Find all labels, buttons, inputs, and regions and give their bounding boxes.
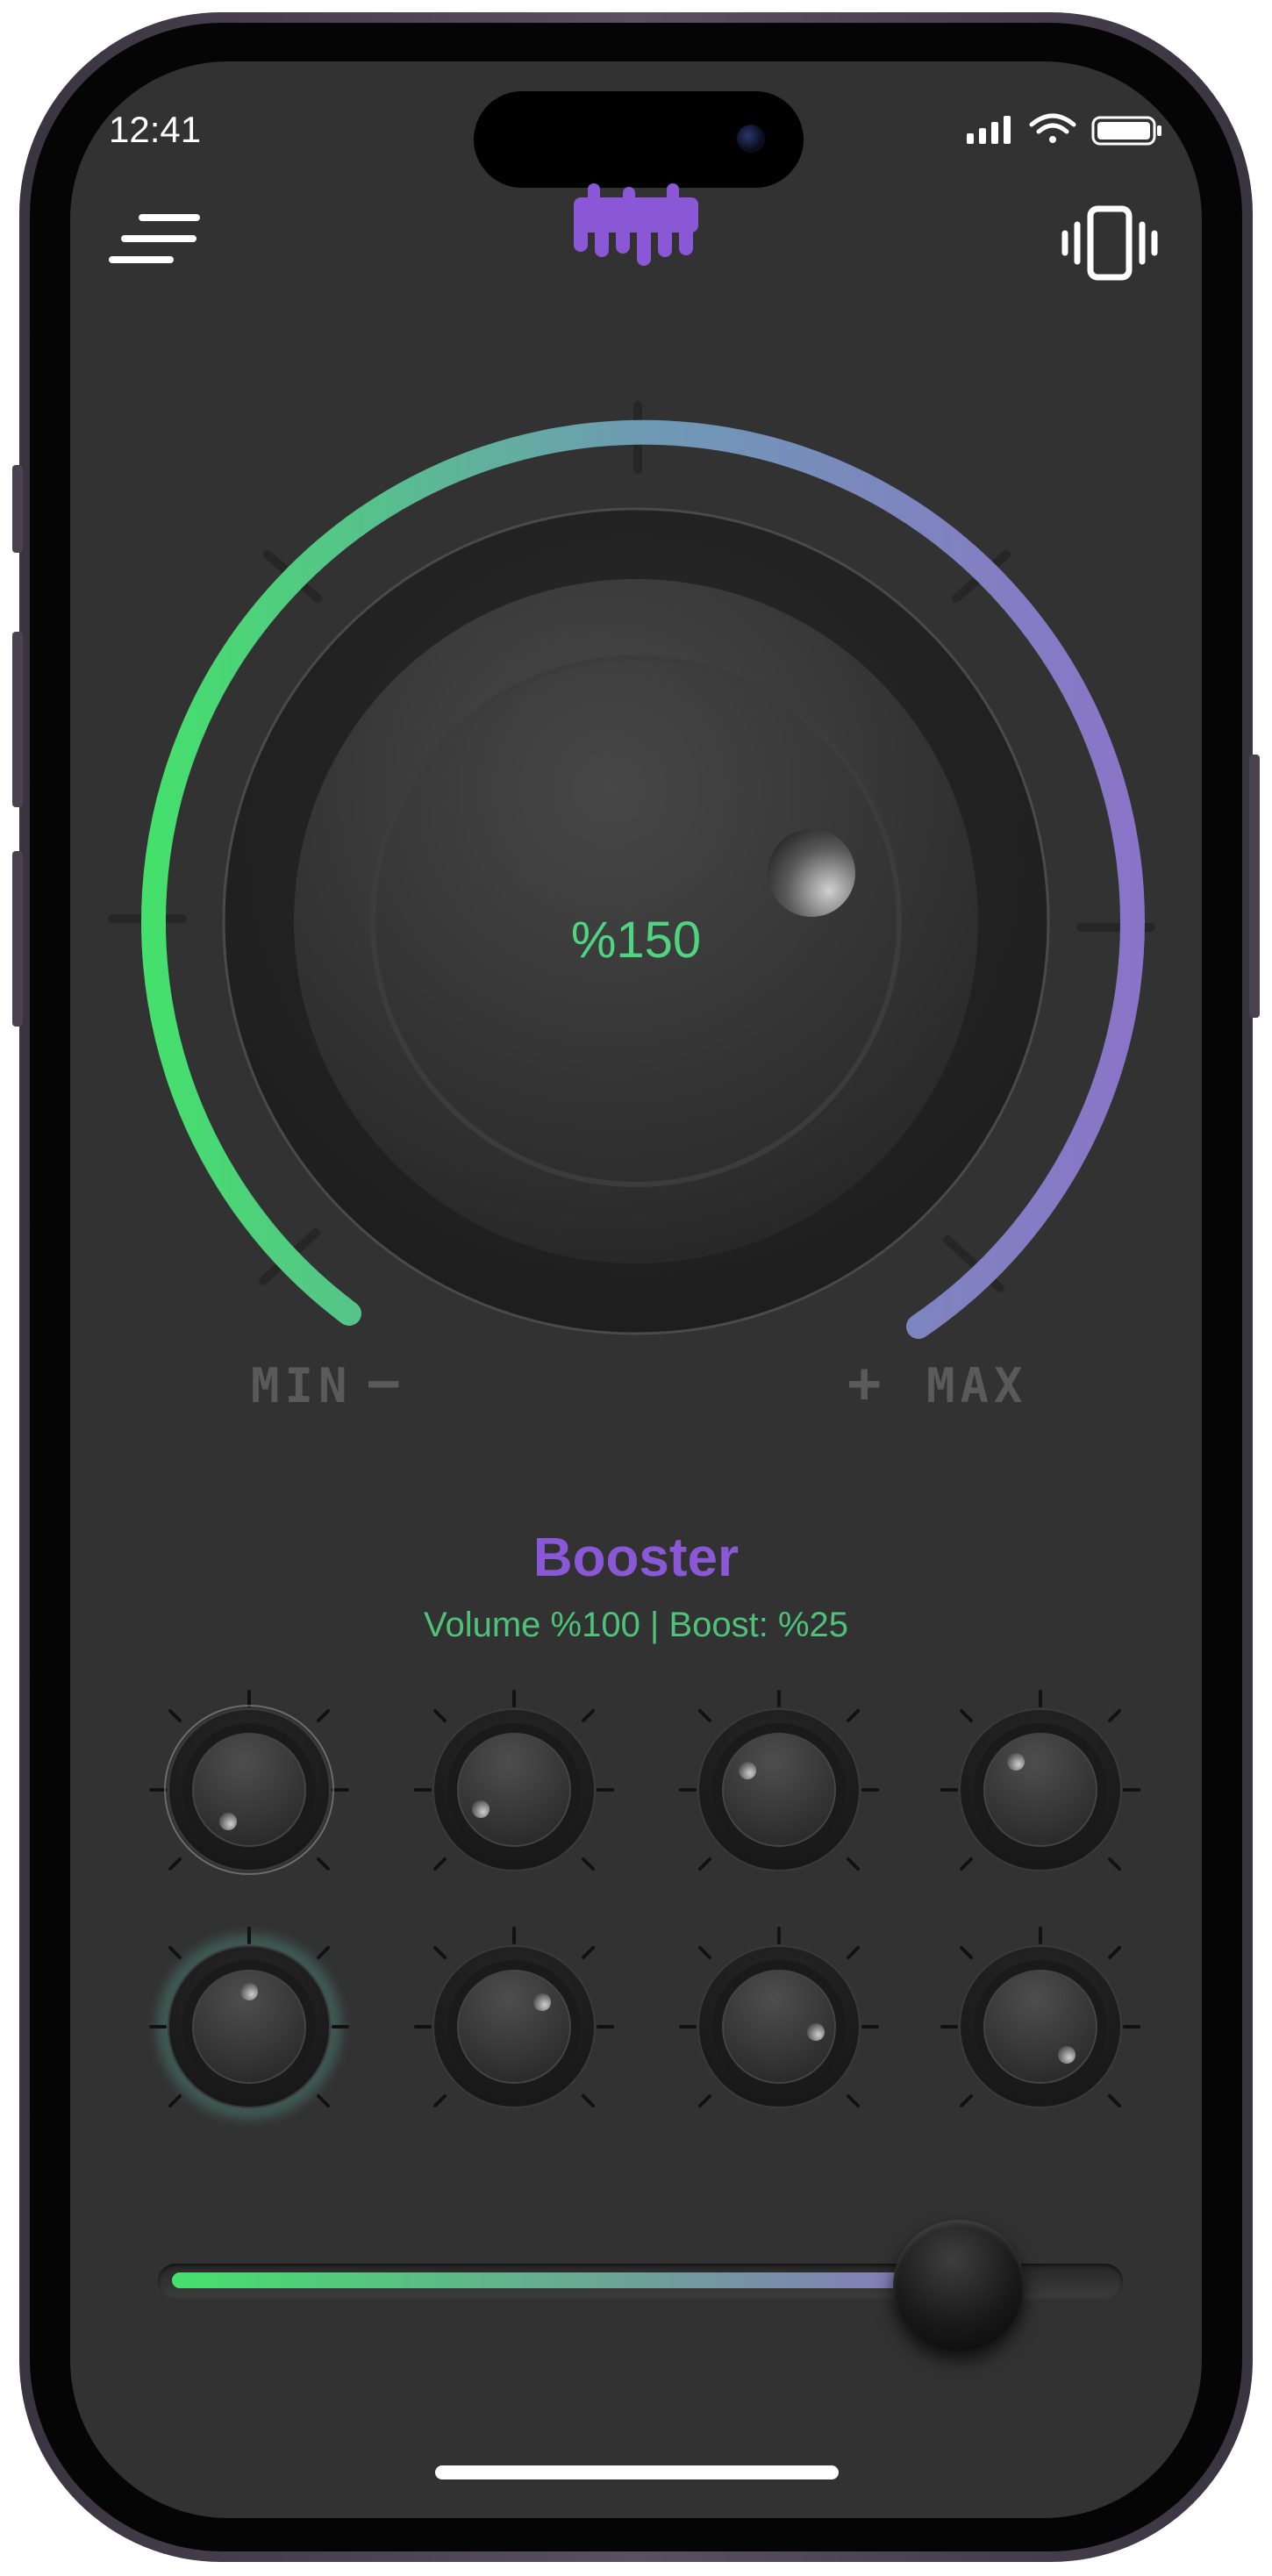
boost-slider-fill xyxy=(172,2272,979,2288)
preset-knob-indicator xyxy=(472,1800,490,1818)
plus-symbol[interactable]: + xyxy=(847,1351,887,1416)
home-indicator[interactable] xyxy=(435,2465,839,2479)
preset-knob-indicator xyxy=(1007,1753,1025,1771)
preset-knob-1[interactable] xyxy=(149,1690,349,1875)
main-volume-dial[interactable] xyxy=(0,0,1272,1492)
minus-symbol[interactable]: − xyxy=(367,1351,406,1416)
preset-knob-7[interactable] xyxy=(679,1927,879,2108)
preset-knob-indicator xyxy=(219,1813,237,1830)
preset-knob-indicator xyxy=(1058,2046,1075,2064)
preset-subtitle: Volume %100 | Boost: %25 xyxy=(423,1606,849,1644)
preset-knob-6[interactable] xyxy=(414,1927,614,2108)
preset-knob-4[interactable] xyxy=(940,1690,1140,1871)
preset-knob-5[interactable] xyxy=(149,1927,349,2115)
preset-knob-3[interactable] xyxy=(679,1690,879,1871)
preset-title: Booster xyxy=(532,1528,740,1588)
preset-knob-indicator xyxy=(240,1983,258,2000)
dial-indicator-dot xyxy=(768,829,855,917)
boost-slider-thumb[interactable] xyxy=(893,2220,1025,2351)
preset-knob-indicator xyxy=(739,1762,756,1779)
preset-knob-8[interactable] xyxy=(940,1927,1140,2108)
preset-knob-2[interactable] xyxy=(414,1690,614,1871)
dial-value: %150 xyxy=(570,912,702,969)
preset-knob-grid xyxy=(149,1690,1140,2115)
max-label: MAX xyxy=(926,1358,1028,1413)
preset-knob-indicator xyxy=(807,2023,825,2041)
min-label: MIN xyxy=(251,1358,353,1413)
preset-knob-indicator xyxy=(533,1993,551,2011)
